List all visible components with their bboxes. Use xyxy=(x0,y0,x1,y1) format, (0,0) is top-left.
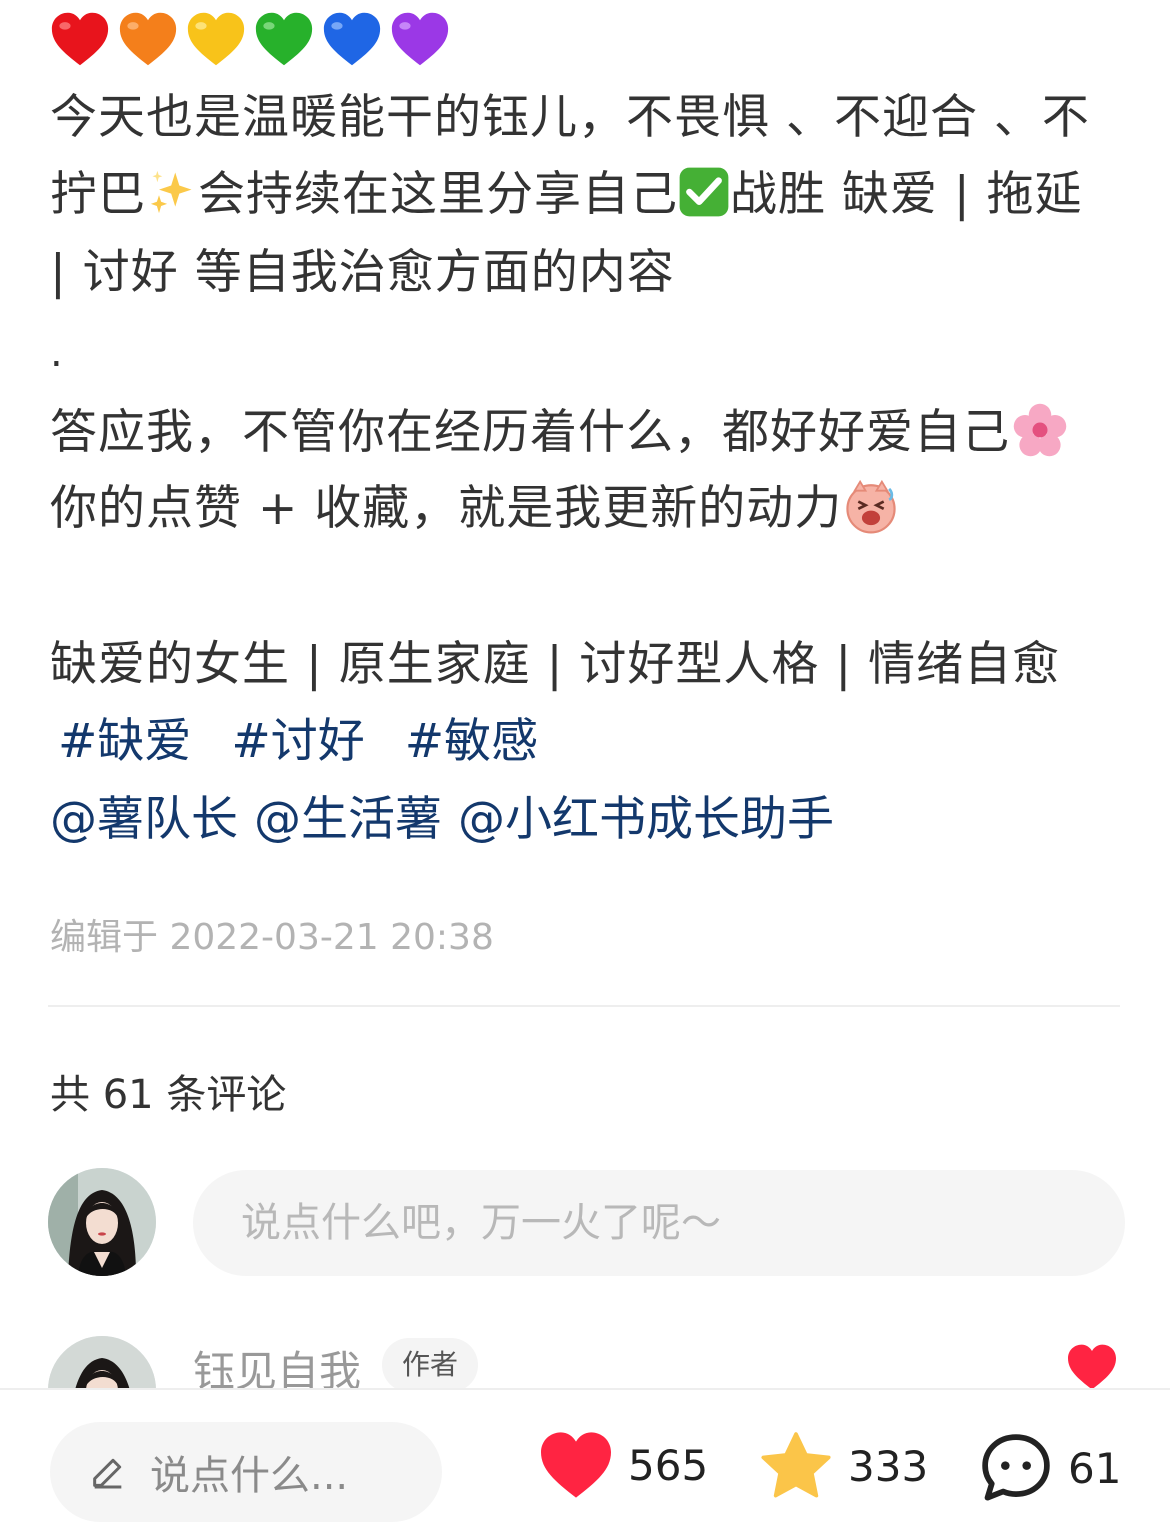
post-text-line-4: 答应我，不管你在经历着什么，都好好爱自己 xyxy=(50,400,1070,463)
comment-like-heart-icon[interactable] xyxy=(1066,1343,1118,1391)
yellow-heart-icon xyxy=(187,12,245,66)
hashtag-link[interactable]: #缺爱 xyxy=(58,712,191,772)
author-badge: 作者 xyxy=(382,1338,478,1392)
like-button[interactable]: 565 xyxy=(538,1430,708,1500)
post-text-line-5: 你的点赞 + 收藏，就是我更新的动力 xyxy=(50,478,900,539)
mention-link[interactable]: @生活薯 xyxy=(254,790,442,850)
pencil-icon xyxy=(93,1458,122,1489)
hashtag-list: #缺爱 #讨好 #敏感 xyxy=(58,712,538,772)
collect-count: 333 xyxy=(848,1441,929,1491)
post-detail-page: 今天也是温暖能干的钰儿，不畏惧 、不迎合 、不 拧巴 会持续在这里分享自己 战胜 缺… xyxy=(0,0,1170,1523)
mention-list: @薯队长 @生活薯 @小红书成长助手 xyxy=(50,790,834,850)
post-text-segment: 答应我，不管你在经历着什么，都好好爱自己 xyxy=(50,405,1010,460)
emoji-hearts-row xyxy=(50,8,450,70)
comment-input[interactable]: 说点什么吧，万一火了呢～ xyxy=(193,1170,1125,1276)
comment-button[interactable]: 61 xyxy=(978,1430,1121,1506)
red-heart-icon xyxy=(51,12,109,66)
mention-link[interactable]: @小红书成长助手 xyxy=(458,790,834,850)
post-text-segment: 战胜 缺爱 | 拖延 xyxy=(730,167,1083,222)
orange-heart-icon xyxy=(119,12,177,66)
bottom-comment-input[interactable]: 说点什么... xyxy=(50,1422,442,1522)
post-text-segment: 你的点赞 + 收藏，就是我更新的动力 xyxy=(50,481,843,536)
comment-count-label: 共 61 条评论 xyxy=(50,1072,287,1118)
post-text-line-2: 拧巴 会持续在这里分享自己 战胜 缺爱 | 拖延 xyxy=(50,165,1083,225)
collect-button[interactable]: 333 xyxy=(758,1430,928,1502)
comment-count: 61 xyxy=(1068,1443,1122,1493)
green-heart-icon xyxy=(255,12,313,66)
star-icon xyxy=(761,1432,831,1498)
laughing-pig-face-icon xyxy=(846,479,896,534)
divider xyxy=(48,1005,1120,1007)
check-mark-button-icon xyxy=(679,167,729,217)
edited-timestamp: 编辑于 2022-03-21 20:38 xyxy=(50,917,494,958)
chat-bubble-icon xyxy=(982,1434,1050,1501)
post-text-segment: 会持续在这里分享自己 xyxy=(198,167,678,222)
mention-link[interactable]: @薯队长 xyxy=(50,790,238,850)
bottom-action-bar: 说点什么... 565 333 61 xyxy=(0,1388,1170,1523)
post-text-line-3: | 讨好 等自我治愈方面的内容 xyxy=(50,245,675,300)
post-text-segment: 拧巴 xyxy=(50,167,146,222)
avatar-portrait-icon xyxy=(48,1168,156,1276)
blue-heart-icon xyxy=(323,12,381,66)
post-keywords-line: 缺爱的女生 | 原生家庭 | 讨好型人格 | 情绪自愈 xyxy=(50,637,1061,692)
sparkles-icon xyxy=(150,170,192,214)
post-text-dot: . xyxy=(50,330,63,376)
current-user-avatar[interactable] xyxy=(48,1168,156,1276)
like-count: 565 xyxy=(628,1440,709,1490)
bottom-comment-input-label: 说点什么... xyxy=(150,1453,349,1499)
cherry-blossom-icon xyxy=(1013,403,1067,457)
hashtag-link[interactable]: #敏感 xyxy=(405,712,538,772)
post-text-line-1: 今天也是温暖能干的钰儿，不畏惧 、不迎合 、不 xyxy=(50,90,1090,145)
hashtag-link[interactable]: #讨好 xyxy=(231,712,364,772)
heart-icon xyxy=(541,1432,611,1498)
purple-heart-icon xyxy=(391,12,449,66)
